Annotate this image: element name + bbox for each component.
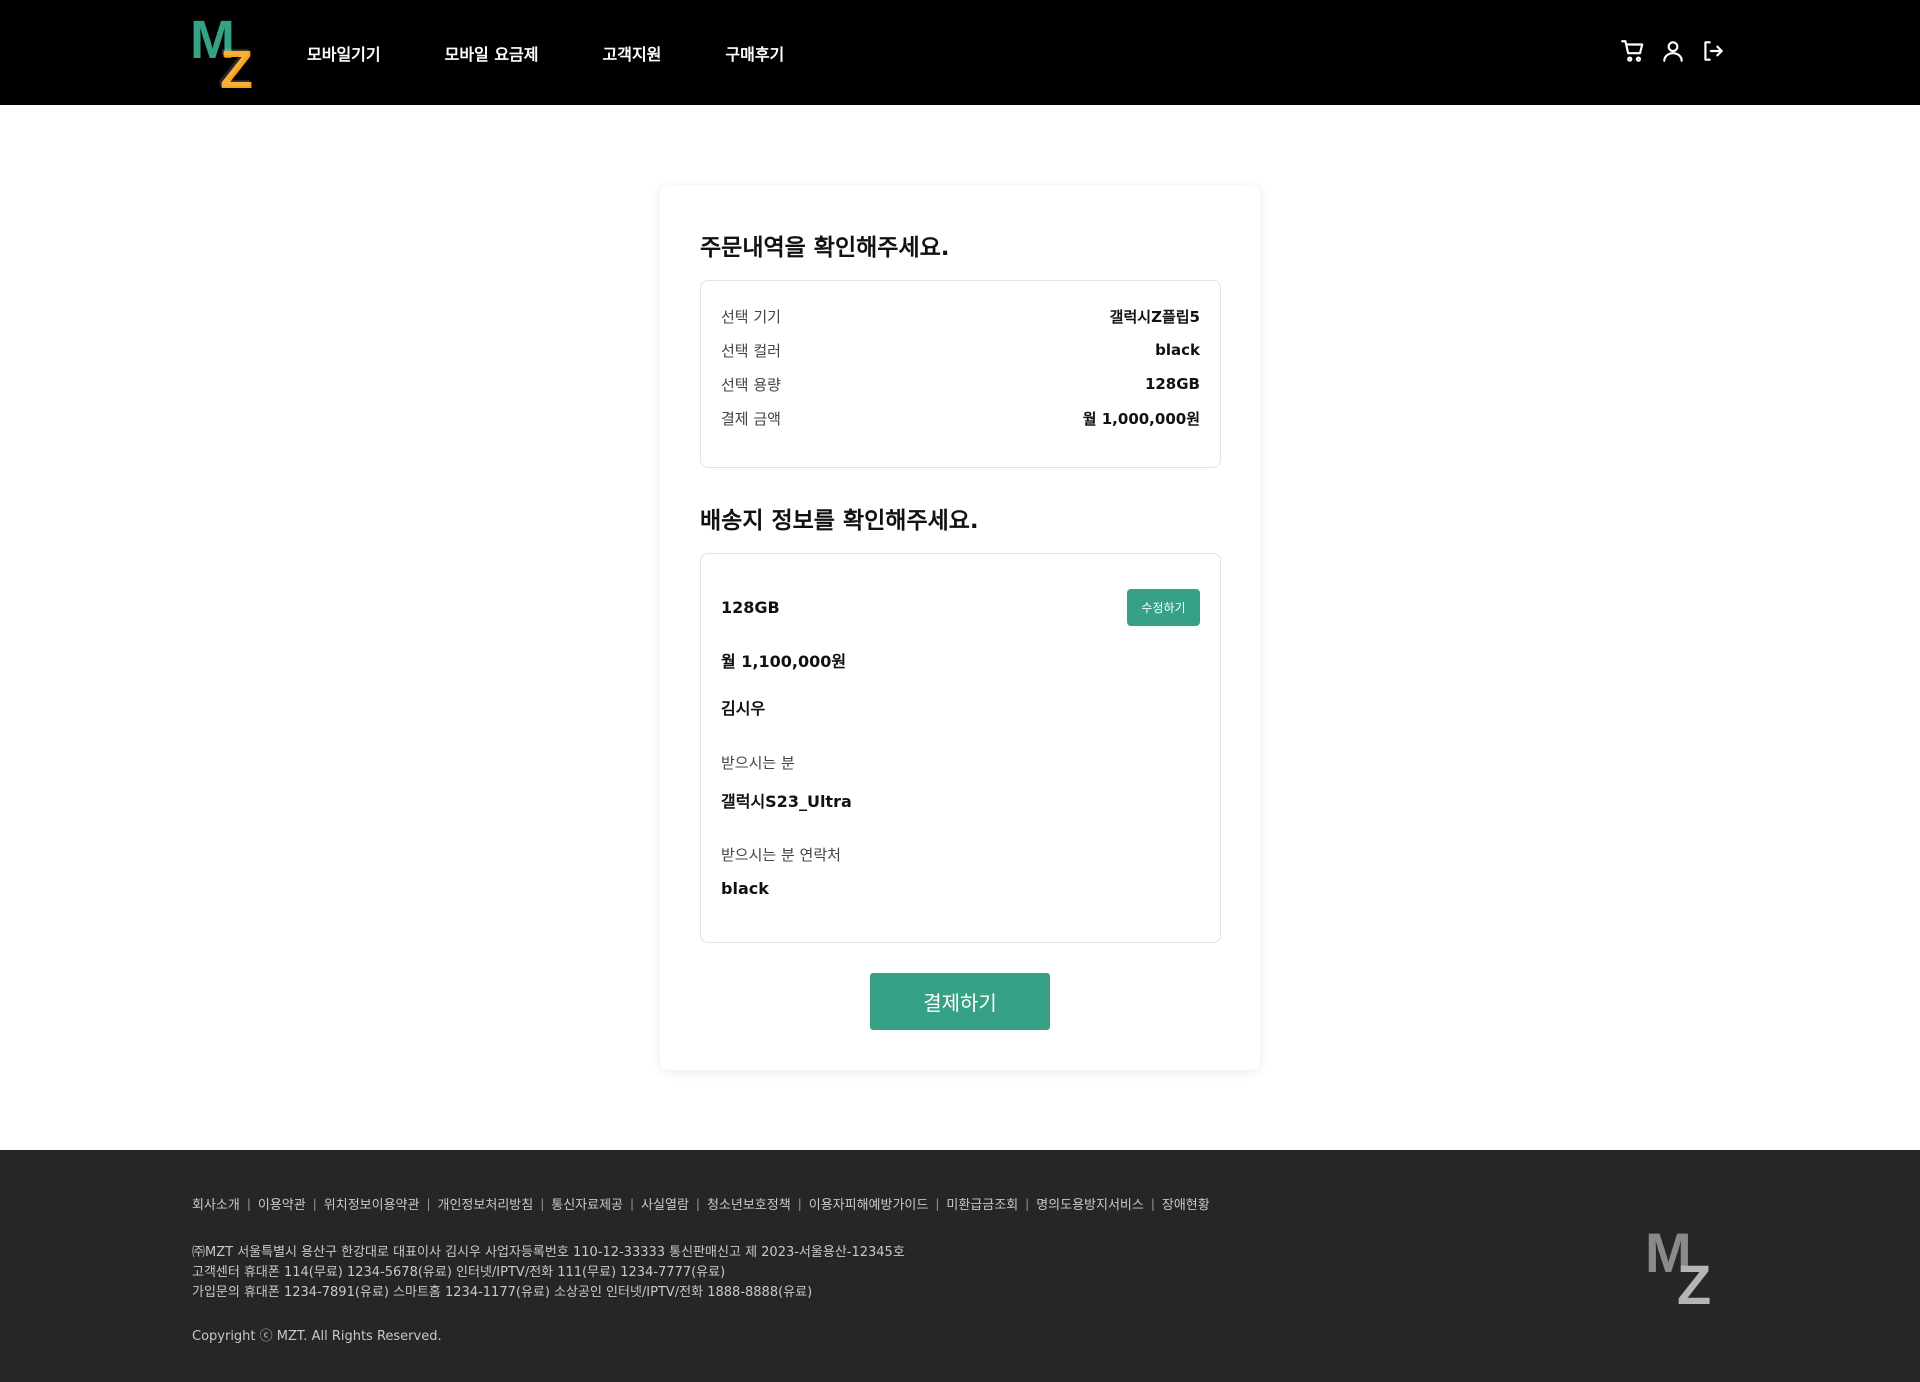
recipient-contact-value: black xyxy=(721,879,769,898)
separator: | xyxy=(540,1196,545,1211)
footer-link-terms[interactable]: 이용약관 xyxy=(258,1194,306,1213)
summary-label: 선택 기기 xyxy=(721,307,781,326)
shipping-line-capacity: 128GB xyxy=(721,598,780,617)
site-header: M Z Z 모바일기기 모바일 요금제 고객지원 구매후기 xyxy=(0,0,1920,105)
svg-text:Z: Z xyxy=(1677,1253,1711,1308)
footer-link-outage[interactable]: 장애현황 xyxy=(1162,1194,1210,1213)
site-footer: 회사소개 | 이용약관 | 위치정보이용약관 | 개인정보처리방침 | 통신자료제공 | … xyxy=(0,1150,1920,1382)
summary-value: 갤럭시Z플립5 xyxy=(1109,307,1200,326)
copyright: Copyright ⓒ MZT. All Rights Reserved. xyxy=(192,1329,442,1344)
separator: | xyxy=(695,1196,700,1211)
footer-link-fact-view[interactable]: 사실열람 xyxy=(641,1194,689,1213)
cart-icon[interactable] xyxy=(1620,38,1646,64)
summary-label: 선택 컬러 xyxy=(721,341,781,360)
header-actions xyxy=(1620,38,1726,64)
footer-links: 회사소개 | 이용약관 | 위치정보이용약관 | 개인정보처리방침 | 통신자료제공 | … xyxy=(192,1194,1210,1214)
recipient-value: 갤럭시S23_Ultra xyxy=(721,792,852,811)
summary-row-color: 선택 컬러 black xyxy=(721,333,1200,367)
footer-logo: M Z xyxy=(1645,1221,1711,1308)
svg-text:Z: Z xyxy=(218,38,251,92)
summary-value: 월 1,000,000원 xyxy=(1082,409,1200,428)
footer-link-refund[interactable]: 미환급금조회 xyxy=(946,1194,1018,1213)
footer-info-line: 가입문의 휴대폰 1234-7891(유료) 스마트홈 1234-1177(유료… xyxy=(192,1285,813,1300)
footer-info-line: 고객센터 휴대폰 114(무료) 1234-5678(유료) 인터넷/IPTV/… xyxy=(192,1265,726,1280)
summary-label: 선택 용량 xyxy=(721,375,781,394)
separator: | xyxy=(1150,1196,1155,1211)
footer-link-youth-policy[interactable]: 청소년보호정책 xyxy=(707,1194,791,1213)
order-summary-title: 주문내역을 확인해주세요. xyxy=(700,235,950,261)
separator: | xyxy=(426,1196,431,1211)
order-summary-box: 선택 기기 갤럭시Z플립5 선택 컬러 black 선택 용량 128GB 결제… xyxy=(700,280,1221,468)
nav-customer-support[interactable]: 고객지원 xyxy=(603,41,662,65)
separator: | xyxy=(797,1196,802,1211)
summary-value: black xyxy=(1155,341,1200,359)
footer-info-line: ㈜MZT 서울특별시 용산구 한강대로 대표이사 김시우 사업자등록번호 110… xyxy=(192,1245,905,1260)
recipient-contact-label: 받으시는 분 연락처 xyxy=(721,846,841,864)
summary-row-capacity: 선택 용량 128GB xyxy=(721,367,1200,401)
nav-reviews[interactable]: 구매후기 xyxy=(725,41,784,65)
footer-link-privacy[interactable]: 개인정보처리방침 xyxy=(438,1194,534,1213)
shipping-info-title: 배송지 정보를 확인해주세요. xyxy=(700,508,979,534)
summary-row-amount: 결제 금액 월 1,000,000원 xyxy=(721,401,1200,435)
footer-link-telecom-data[interactable]: 통신자료제공 xyxy=(551,1194,623,1213)
brand-logo[interactable]: M Z Z xyxy=(190,8,270,92)
shipping-line-price: 월 1,100,000원 xyxy=(721,652,847,671)
separator: | xyxy=(1025,1196,1030,1211)
summary-value: 128GB xyxy=(1144,375,1200,393)
footer-link-identity-theft[interactable]: 명의도용방지서비스 xyxy=(1036,1194,1144,1213)
footer-company-info: ㈜MZT 서울특별시 용산구 한강대로 대표이사 김시우 사업자등록번호 110… xyxy=(192,1243,905,1303)
nav-mobile-devices[interactable]: 모바일기기 xyxy=(307,41,381,65)
order-confirm-card: 주문내역을 확인해주세요. 선택 기기 갤럭시Z플립5 선택 컬러 black … xyxy=(660,185,1260,1070)
shipping-info-box: 128GB 수정하기 월 1,100,000원 김시우 받으시는 분 갤럭시S2… xyxy=(700,553,1221,943)
separator: | xyxy=(312,1196,317,1211)
summary-row-device: 선택 기기 갤럭시Z플립5 xyxy=(721,299,1200,333)
footer-link-damage-guide[interactable]: 이용자피해예방가이드 xyxy=(809,1194,929,1213)
footer-link-company[interactable]: 회사소개 xyxy=(192,1194,240,1213)
edit-button[interactable]: 수정하기 xyxy=(1127,589,1200,626)
separator: | xyxy=(935,1196,940,1211)
separator: | xyxy=(246,1196,251,1211)
footer-link-location-terms[interactable]: 위치정보이용약관 xyxy=(324,1194,420,1213)
nav-mobile-plans[interactable]: 모바일 요금제 xyxy=(445,41,539,65)
separator: | xyxy=(630,1196,635,1211)
user-icon[interactable] xyxy=(1660,38,1686,64)
logout-icon[interactable] xyxy=(1700,38,1726,64)
pay-button[interactable]: 결제하기 xyxy=(870,973,1050,1030)
shipping-name: 김시우 xyxy=(721,699,766,718)
recipient-label: 받으시는 분 xyxy=(721,754,795,772)
summary-label: 결제 금액 xyxy=(721,409,781,428)
main-nav: 모바일기기 모바일 요금제 고객지원 구매후기 xyxy=(307,0,848,105)
